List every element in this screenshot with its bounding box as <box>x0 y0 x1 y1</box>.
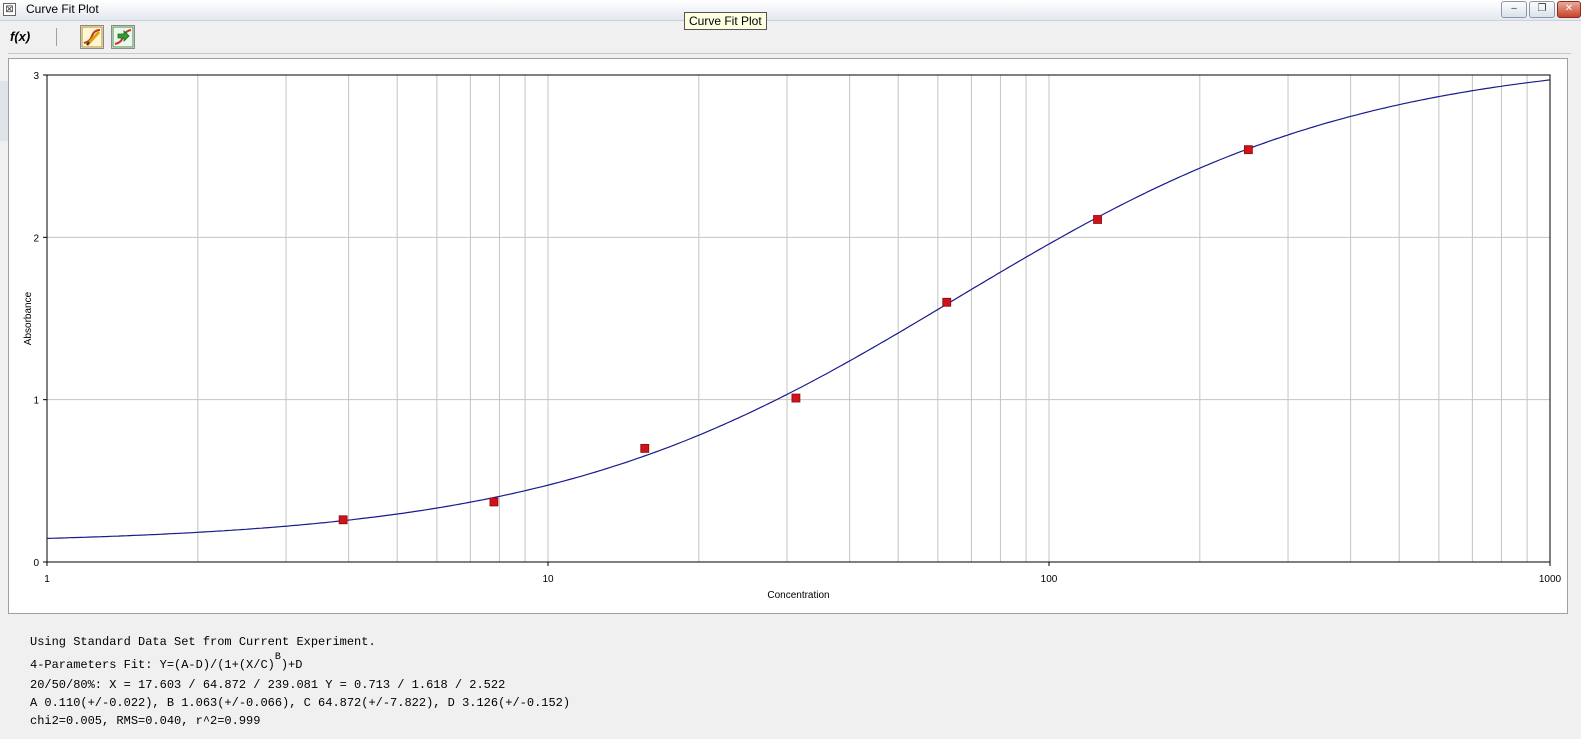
plot-panel: 1 10 100 1000 0 1 2 3 Concentration Absorbance <box>8 58 1568 614</box>
curve-fit-edit-icon[interactable] <box>80 25 104 49</box>
window-title: Curve Fit Plot <box>26 2 99 16</box>
x-tick-label: 100 <box>1041 574 1058 585</box>
results-line-source: Using Standard Data Set from Current Exp… <box>30 635 376 649</box>
y-tick-label: 3 <box>33 71 39 82</box>
results-line-model: 4-Parameters Fit: Y=(A-D)/(1+(X/C)B)+D <box>30 652 303 672</box>
tooltip: Curve Fit Plot <box>684 12 767 30</box>
window-controls: ‒ ❐ ✕ <box>1501 1 1581 19</box>
restore-button[interactable]: ❐ <box>1529 1 1555 18</box>
curve-fit-export-icon[interactable] <box>111 25 135 49</box>
data-point <box>1243 145 1253 155</box>
plot-frame <box>46 74 1551 563</box>
y-tick-label: 2 <box>33 233 39 244</box>
model-prefix: 4-Parameters Fit: Y=(A-D)/(1+(X/C) <box>30 658 275 672</box>
results-line-percentiles: 20/50/80%: X = 17.603 / 64.872 / 239.081… <box>30 678 506 692</box>
fx-button[interactable]: f(x) <box>10 29 30 44</box>
title-bar: ⊠ Curve Fit Plot ‒ ❐ ✕ <box>0 0 1581 21</box>
x-tick-label: 1 <box>44 574 50 585</box>
model-exponent: B <box>274 652 281 663</box>
curve-fit-chart: 1 10 100 10000123ConcentrationAbsorbance <box>23 71 1562 601</box>
data-point <box>942 297 952 307</box>
y-axis-label: Absorbance <box>23 291 34 345</box>
x-tick-label: 1000 <box>1539 574 1562 585</box>
fit-curve-line <box>46 79 1551 539</box>
x-axis-label: Concentration <box>767 590 829 601</box>
results-line-params: A 0.110(+/-0.022), B 1.063(+/-0.066), C … <box>30 696 571 710</box>
right-edge <box>1571 21 1581 739</box>
left-dock-strip <box>0 21 8 739</box>
data-point <box>640 443 650 453</box>
results-line-stats: chi2=0.005, RMS=0.040, r^2=0.999 <box>30 714 261 728</box>
x-tick-label: 10 <box>542 574 554 585</box>
y-tick-label: 1 <box>33 396 39 407</box>
toolbar: f(x) <box>0 21 1581 54</box>
app-icon[interactable]: ⊠ <box>3 3 16 16</box>
toolbar-separator <box>56 28 57 46</box>
data-point <box>1093 215 1102 224</box>
data-point <box>338 515 348 525</box>
data-point <box>489 497 499 507</box>
close-button[interactable]: ✕ <box>1557 1 1581 18</box>
model-suffix: )+D <box>280 658 303 672</box>
data-point <box>791 393 801 403</box>
y-tick-label: 0 <box>33 558 39 569</box>
fit-results-panel: Using Standard Data Set from Current Exp… <box>8 620 1568 735</box>
minimize-button[interactable]: ‒ <box>1501 1 1527 18</box>
